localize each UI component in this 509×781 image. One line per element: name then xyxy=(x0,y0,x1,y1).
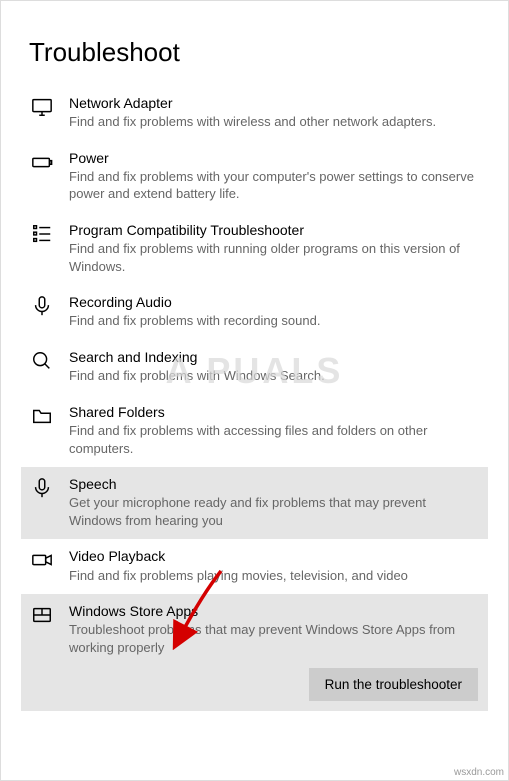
item-search-indexing[interactable]: Search and Indexing Find and fix problem… xyxy=(21,340,488,395)
footer-source: wsxdn.com xyxy=(454,767,504,778)
item-title: Program Compatibility Troubleshooter xyxy=(69,221,478,239)
item-shared-folders[interactable]: Shared Folders Find and fix problems wit… xyxy=(21,395,488,467)
item-power[interactable]: Power Find and fix problems with your co… xyxy=(21,141,488,213)
run-button-row: Run the troubleshooter xyxy=(21,664,488,711)
item-desc: Find and fix problems with running older… xyxy=(69,240,478,275)
item-program-compatibility[interactable]: Program Compatibility Troubleshooter Fin… xyxy=(21,213,488,285)
item-video-playback[interactable]: Video Playback Find and fix problems pla… xyxy=(21,539,488,594)
folder-icon xyxy=(29,403,55,429)
item-desc: Find and fix problems with recording sou… xyxy=(69,312,478,330)
item-title: Power xyxy=(69,149,478,167)
microphone-icon xyxy=(29,293,55,319)
troubleshooter-list: Network Adapter Find and fix problems wi… xyxy=(21,86,488,711)
battery-icon xyxy=(29,149,55,175)
item-title: Video Playback xyxy=(69,547,478,565)
page-title: Troubleshoot xyxy=(29,37,488,68)
item-title: Recording Audio xyxy=(69,293,478,311)
item-desc: Find and fix problems with your computer… xyxy=(69,168,478,203)
item-desc: Troubleshoot problems that may prevent W… xyxy=(69,621,478,656)
item-recording-audio[interactable]: Recording Audio Find and fix problems wi… xyxy=(21,285,488,340)
item-title: Speech xyxy=(69,475,478,493)
item-network-adapter[interactable]: Network Adapter Find and fix problems wi… xyxy=(21,86,488,141)
run-troubleshooter-button[interactable]: Run the troubleshooter xyxy=(309,668,478,701)
item-speech[interactable]: Speech Get your microphone ready and fix… xyxy=(21,467,488,539)
item-title: Shared Folders xyxy=(69,403,478,421)
monitor-icon xyxy=(29,94,55,120)
item-title: Search and Indexing xyxy=(69,348,478,366)
video-camera-icon xyxy=(29,547,55,573)
item-desc: Find and fix problems with accessing fil… xyxy=(69,422,478,457)
item-desc: Find and fix problems with Windows Searc… xyxy=(69,367,478,385)
item-windows-store-apps[interactable]: Windows Store Apps Troubleshoot problems… xyxy=(21,594,488,666)
apps-icon xyxy=(29,602,55,628)
item-title: Network Adapter xyxy=(69,94,478,112)
item-desc: Find and fix problems playing movies, te… xyxy=(69,567,478,585)
item-title: Windows Store Apps xyxy=(69,602,478,620)
microphone-icon xyxy=(29,475,55,501)
item-desc: Find and fix problems with wireless and … xyxy=(69,113,478,131)
checklist-icon xyxy=(29,221,55,247)
search-icon xyxy=(29,348,55,374)
item-desc: Get your microphone ready and fix proble… xyxy=(69,494,478,529)
